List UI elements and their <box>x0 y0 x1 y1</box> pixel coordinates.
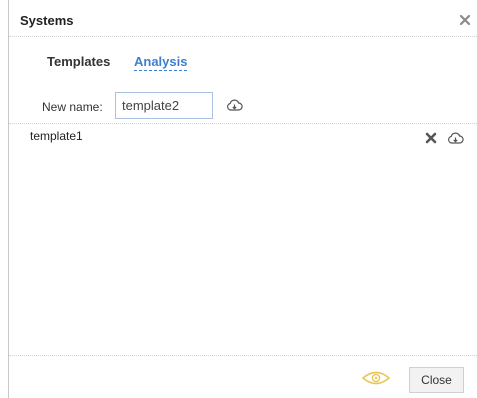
close-button[interactable]: Close <box>409 367 464 393</box>
close-icon[interactable] <box>459 14 471 26</box>
tab-templates[interactable]: Templates <box>47 54 110 69</box>
new-name-label: New name: <box>42 100 103 114</box>
templates-list: template1 <box>9 123 477 356</box>
dialog-titlebar: Systems <box>9 0 477 37</box>
list-item[interactable]: template1 <box>9 124 477 148</box>
dialog-footer: Close <box>9 355 477 398</box>
cloud-download-icon[interactable] <box>226 97 243 114</box>
tab-analysis[interactable]: Analysis <box>134 54 188 71</box>
new-name-input[interactable] <box>115 92 213 119</box>
dialog-title: Systems <box>20 13 74 28</box>
delete-icon[interactable] <box>425 132 437 144</box>
template-name: template1 <box>30 129 83 143</box>
cloud-download-icon[interactable] <box>447 130 464 147</box>
eye-icon[interactable] <box>361 370 391 386</box>
systems-dialog: Systems Templates Analysis New name: tem… <box>8 0 477 398</box>
